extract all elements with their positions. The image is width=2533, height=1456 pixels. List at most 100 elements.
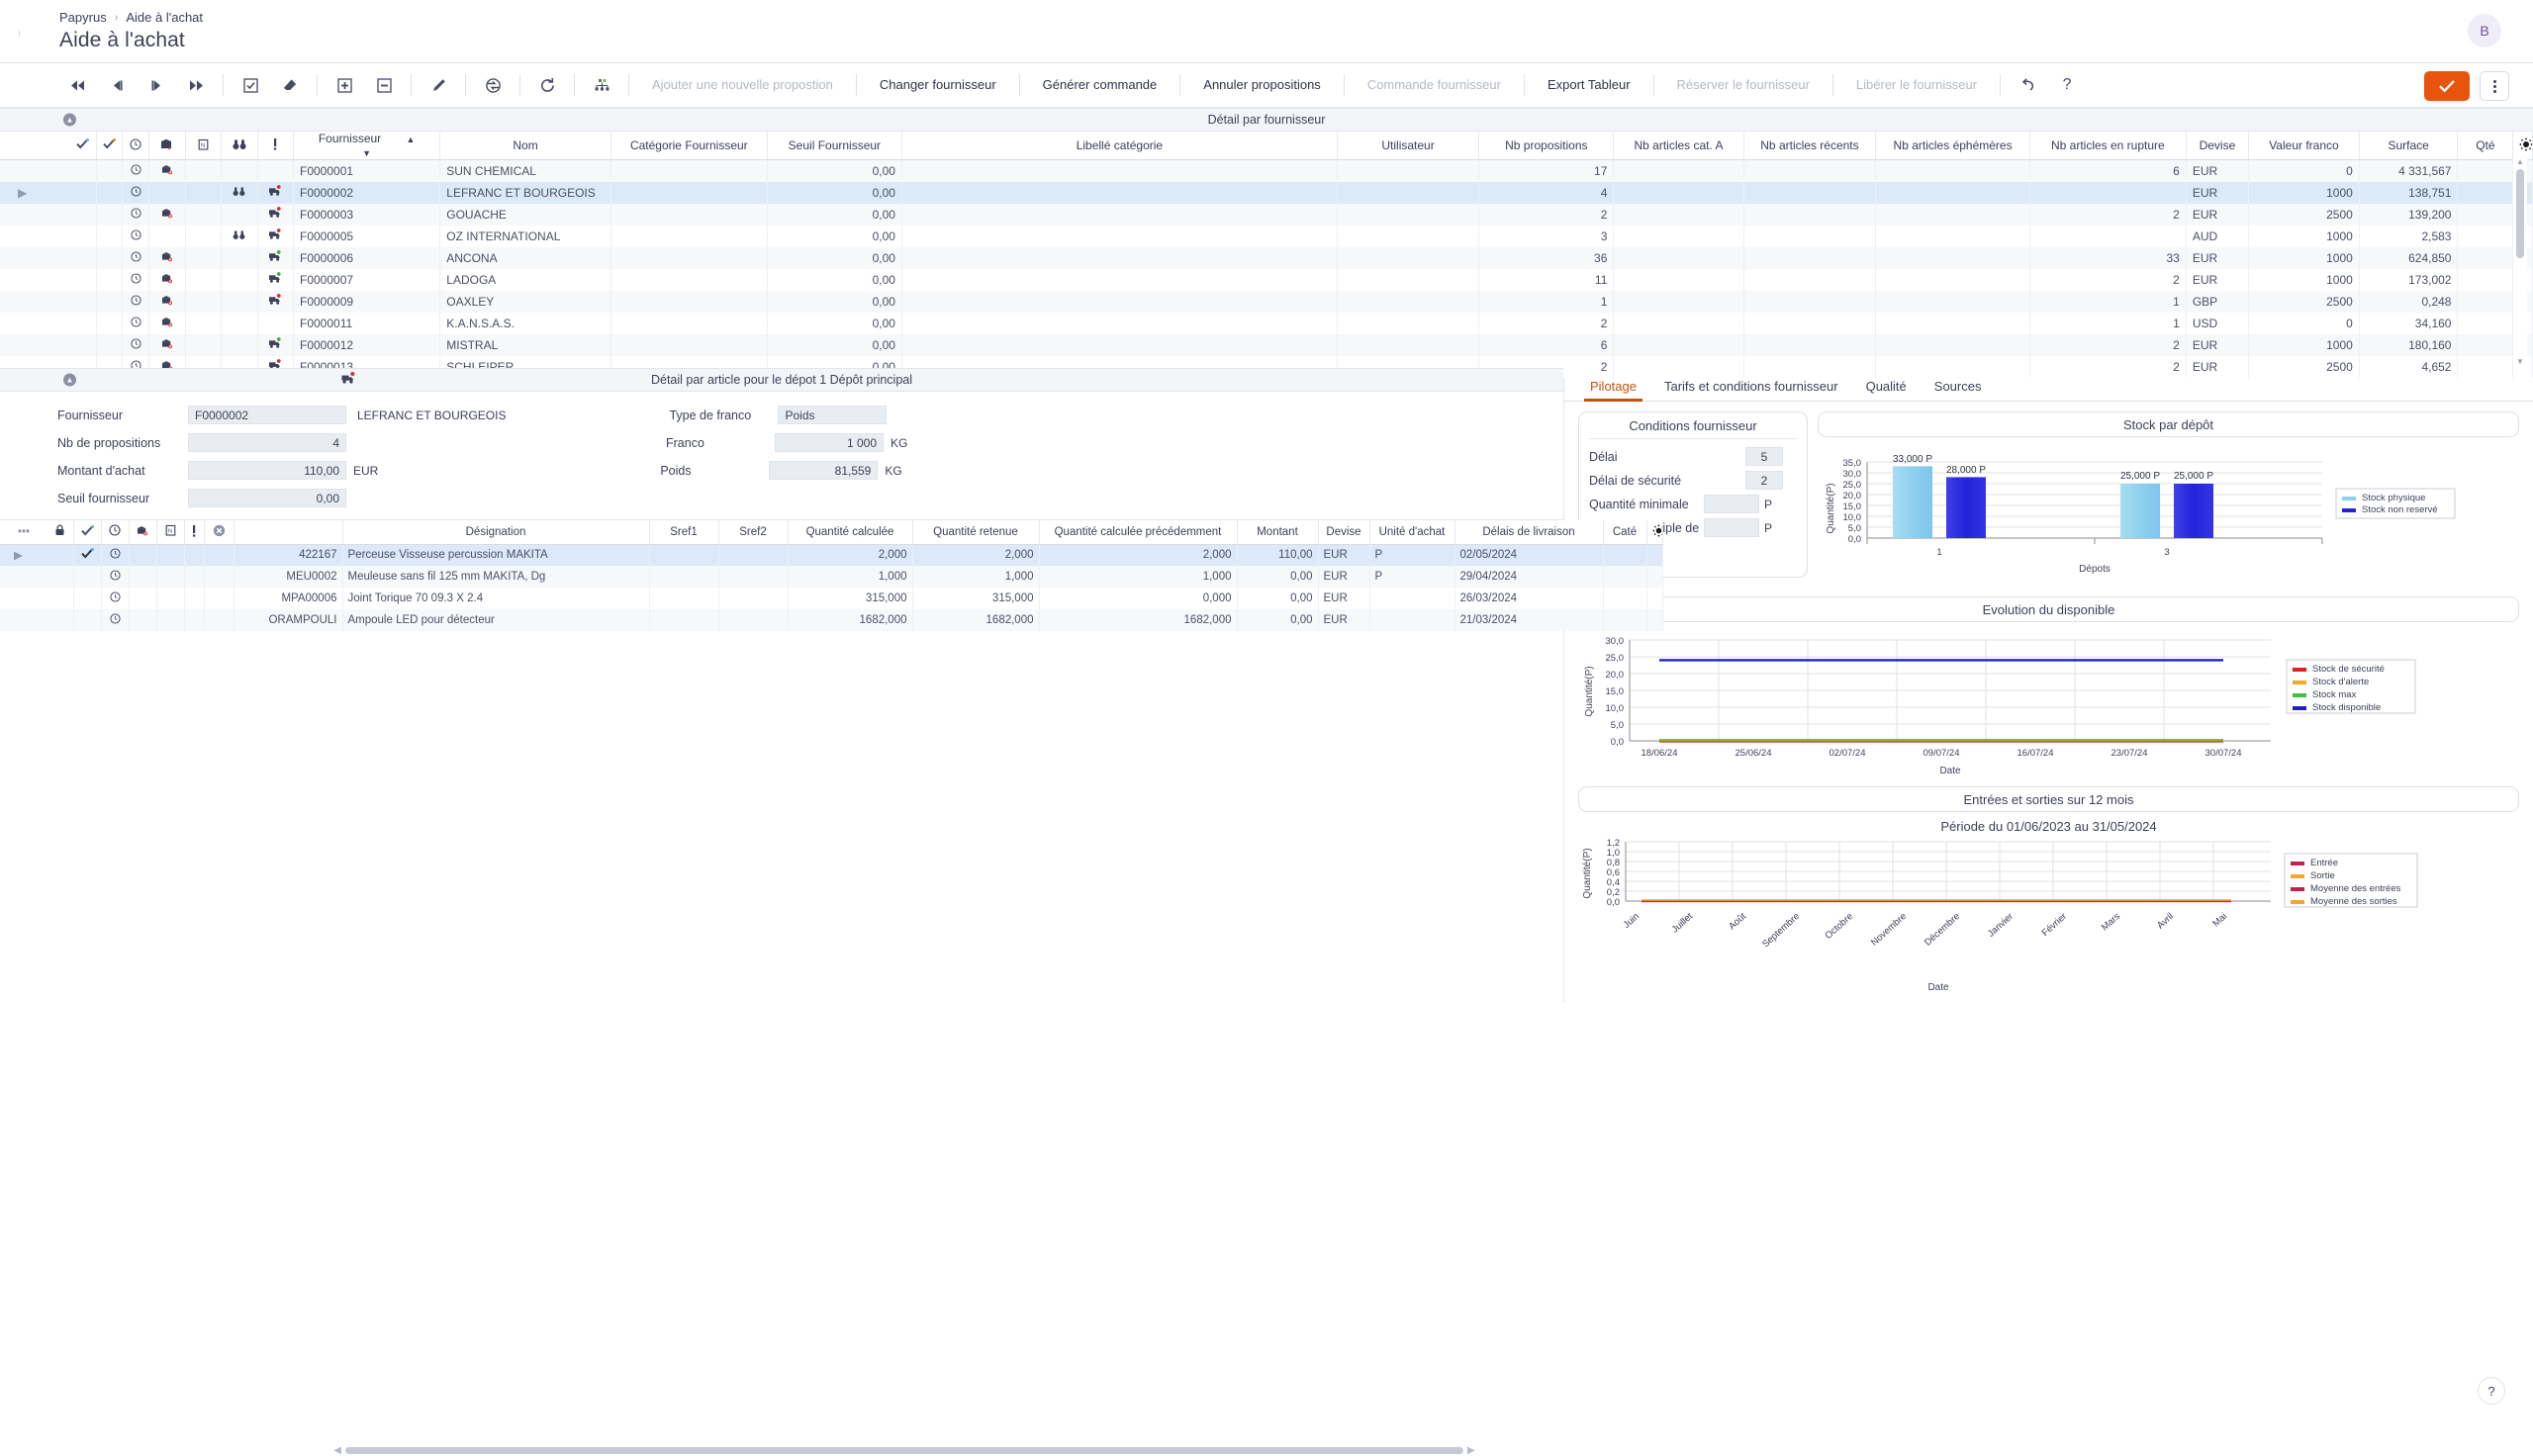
- table-row[interactable]: F0000005 OZ INTERNATIONAL 0,00 3 AUD 100…: [0, 226, 2533, 247]
- first-record-icon[interactable]: [62, 70, 92, 100]
- toolbar-button-generer-commande[interactable]: Générer commande: [1027, 70, 1173, 100]
- field-franco[interactable]: 1 000: [775, 433, 884, 452]
- col-icon-warehouse-blocked[interactable]: x: [149, 132, 185, 160]
- add-row-icon[interactable]: [329, 70, 359, 100]
- col-sref2[interactable]: Sref2: [718, 520, 788, 544]
- hierarchy-icon[interactable]: [587, 70, 616, 100]
- table-row[interactable]: F0000012 MISTRAL 0,00 6 2 EUR 1000 180,1…: [0, 334, 2533, 356]
- col-icon-warehouse-blocked[interactable]: [129, 520, 156, 544]
- col-nb-propositions[interactable]: Nb propositions: [1479, 132, 1614, 160]
- col-quantite-retenue[interactable]: Quantité retenue: [912, 520, 1039, 544]
- tab-sources[interactable]: Sources: [1921, 379, 1996, 401]
- field-type-franco[interactable]: Poids: [778, 406, 887, 424]
- tab-qualite[interactable]: Qualité: [1852, 379, 1921, 401]
- avatar[interactable]: B: [2468, 14, 2501, 47]
- col-icon-alert[interactable]: [184, 520, 204, 544]
- col-surface[interactable]: Surface: [2359, 132, 2458, 160]
- toolbar-button-reserver-fournisseur[interactable]: Réserver le fournisseur: [1661, 70, 1826, 100]
- field-delai-securite[interactable]: 2: [1745, 471, 1783, 490]
- table-row[interactable]: MPA00006 Joint Torique 70 09.3 X 2.4 315…: [0, 588, 1662, 609]
- col-libelle-categorie[interactable]: Libellé catégorie: [901, 132, 1337, 160]
- collapse-panel-icon[interactable]: ▲: [63, 374, 76, 387]
- col-icon-note[interactable]: N: [185, 132, 221, 160]
- scroll-thumb[interactable]: [345, 1447, 1463, 1454]
- col-devise[interactable]: Devise: [1318, 520, 1369, 544]
- col-quantite-calculee-precedemment[interactable]: Quantité calculée précédemment: [1039, 520, 1237, 544]
- breadcrumb-item-root[interactable]: Papyrus: [59, 10, 107, 25]
- field-quantite-multiple[interactable]: [1704, 518, 1759, 537]
- col-reference[interactable]: [234, 520, 342, 544]
- tab-pilotage[interactable]: Pilotage: [1576, 379, 1650, 401]
- table-row[interactable]: F0000003 GOUACHE 0,00 2 2 EUR 2500 139,2…: [0, 204, 2533, 226]
- col-qte[interactable]: Qté: [2458, 132, 2513, 160]
- table-row[interactable]: ▶ 422167 Perceuse Visseuse percussion MA…: [0, 544, 1662, 566]
- col-icon-binoculars[interactable]: [222, 132, 257, 160]
- field-fournisseur-code[interactable]: F0000002: [188, 406, 346, 424]
- col-icon-validate[interactable]: [73, 520, 101, 544]
- remove-row-icon[interactable]: [369, 70, 399, 100]
- field-nb-propositions[interactable]: 4: [188, 433, 346, 452]
- field-delai[interactable]: 5: [1745, 447, 1783, 466]
- col-nb-articles-ephemeres[interactable]: Nb articles éphémères: [1876, 132, 2030, 160]
- col-quantite-calculee[interactable]: Quantité calculée: [788, 520, 912, 544]
- col-icon-lock[interactable]: [47, 520, 73, 544]
- toolbar-button-ajouter-proposition[interactable]: Ajouter une nouvelle propostion: [636, 70, 849, 100]
- col-delais-livraison[interactable]: Délais de livraison: [1454, 520, 1603, 544]
- col-nb-articles-rupture[interactable]: Nb articles en rupture: [2029, 132, 2186, 160]
- clear-selection-icon[interactable]: [275, 70, 305, 100]
- toolbar-button-annuler-propositions[interactable]: Annuler propositions: [1187, 70, 1337, 100]
- field-montant-achat[interactable]: 110,00: [188, 461, 346, 480]
- refresh-icon[interactable]: [532, 70, 562, 100]
- scroll-left-arrow[interactable]: ◀: [333, 1445, 341, 1456]
- table-row[interactable]: ORAMPOULI Ampoule LED pour détecteur 168…: [0, 609, 1662, 631]
- col-nb-articles-cat-a[interactable]: Nb articles cat. A: [1614, 132, 1743, 160]
- toolbar-button-export-tableur[interactable]: Export Tableur: [1532, 70, 1646, 100]
- col-categorie[interactable]: Caté: [1603, 520, 1646, 544]
- validate-button[interactable]: [2424, 71, 2470, 101]
- col-icon-note[interactable]: N: [156, 520, 184, 544]
- field-poids[interactable]: 81,559: [769, 461, 878, 480]
- col-nb-articles-recents[interactable]: Nb articles récents: [1743, 132, 1876, 160]
- field-quantite-minimale[interactable]: [1704, 495, 1759, 513]
- table-row[interactable]: F0000001 SUN CHEMICAL 0,00 17 6 EUR 0 4 …: [0, 160, 2533, 182]
- col-icon-alert[interactable]: [257, 132, 293, 160]
- previous-record-icon[interactable]: [102, 70, 132, 100]
- toolbar-button-commande-fournisseur[interactable]: Commande fournisseur: [1352, 70, 1517, 100]
- scroll-down-arrow[interactable]: ▼: [2516, 357, 2524, 367]
- col-montant[interactable]: Montant: [1237, 520, 1318, 544]
- breadcrumb-item-current[interactable]: Aide à l'achat: [126, 10, 203, 25]
- col-fournisseur[interactable]: Fournisseur ▲▼: [294, 132, 440, 160]
- collapse-panel-icon[interactable]: ▲: [63, 114, 76, 127]
- toolbar-button-changer-fournisseur[interactable]: Changer fournisseur: [864, 70, 1012, 100]
- col-nom[interactable]: Nom: [440, 132, 611, 160]
- article-grid-horizontal-scrollbar[interactable]: ◀ ▶: [257, 1444, 1551, 1456]
- article-grid-settings-gear-icon[interactable]: [1646, 520, 1662, 544]
- table-row[interactable]: MEU0002 Meuleuse sans fil 125 mm MAKITA,…: [0, 566, 1662, 588]
- col-unite-achat[interactable]: Unité d'achat: [1369, 520, 1454, 544]
- next-record-icon[interactable]: [141, 70, 171, 100]
- undo-icon[interactable]: [2013, 70, 2042, 100]
- col-seuil-fournisseur[interactable]: Seuil Fournisseur: [767, 132, 901, 160]
- table-row[interactable]: F0000011 K.A.N.S.A.S. 0,00 2 1 USD 0 34,…: [0, 313, 2533, 334]
- col-devise[interactable]: Devise: [2186, 132, 2248, 160]
- tab-tarifs-conditions-fournisseur[interactable]: Tarifs et conditions fournisseur: [1650, 379, 1852, 401]
- scroll-right-arrow[interactable]: ▶: [1467, 1445, 1475, 1456]
- table-row[interactable]: F0000007 LADOGA 0,00 11 2 EUR 1000 173,0…: [0, 269, 2533, 291]
- grid-settings-gear-icon[interactable]: [2513, 132, 2533, 160]
- last-record-icon[interactable]: [181, 70, 211, 100]
- truck-status-icon[interactable]: [340, 372, 356, 388]
- select-all-icon[interactable]: [235, 70, 265, 100]
- table-row[interactable]: ▶ F0000002 LEFRANC ET BOURGEOIS 0,00 4: [0, 182, 2533, 204]
- toolbar-button-liberer-fournisseur[interactable]: Libérer le fournisseur: [1840, 70, 1993, 100]
- cell-validate-icon[interactable]: [73, 544, 101, 566]
- col-valeur-franco[interactable]: Valeur franco: [2249, 132, 2360, 160]
- table-row[interactable]: F0000009 OAXLEY 0,00 1 1 GBP 2500 0,248: [0, 291, 2533, 313]
- col-icon-check-alt[interactable]: [96, 132, 123, 160]
- col-categorie-fournisseur[interactable]: Catégorie Fournisseur: [610, 132, 767, 160]
- recalculate-icon[interactable]: [478, 70, 508, 100]
- supplier-grid-vertical-scrollbar[interactable]: ▲ ▼: [2513, 157, 2527, 367]
- scroll-thumb[interactable]: [2516, 169, 2524, 258]
- grid-menu-icon[interactable]: •••: [0, 520, 47, 544]
- col-utilisateur[interactable]: Utilisateur: [1337, 132, 1478, 160]
- col-designation[interactable]: Désignation: [342, 520, 649, 544]
